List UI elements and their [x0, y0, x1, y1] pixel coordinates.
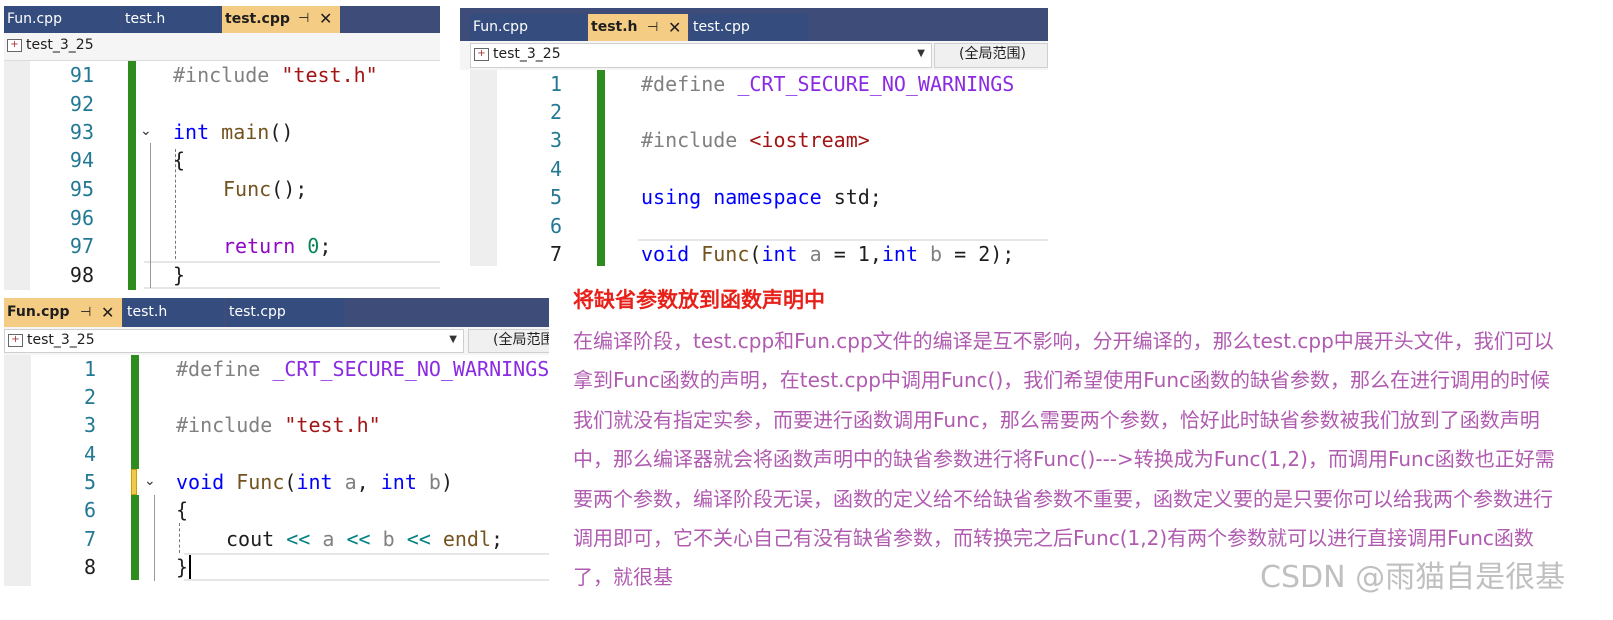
tab-label: test.h	[125, 11, 166, 27]
pin-icon[interactable]: ⊣	[647, 14, 658, 41]
project-dropdown[interactable]: + test_3_25	[4, 35, 440, 58]
code-line[interactable]: return 0;	[223, 232, 331, 260]
line-number: 97	[69, 234, 94, 258]
line-number: 6	[83, 498, 96, 522]
tab-label: test.cpp	[693, 19, 750, 35]
watermark: CSDN @雨猫自是很基	[1260, 560, 1566, 595]
editor-panel-test-h: Fun.cpp test.h ⊣ ✕ test.cpp + test_3_25 …	[460, 8, 1048, 266]
dropdown-arrow-icon[interactable]: ▼	[917, 44, 925, 64]
line-number: 2	[83, 385, 96, 409]
code-line[interactable]: #define _CRT_SECURE_NO_WARNINGS	[176, 355, 549, 383]
line-number: 98	[69, 263, 94, 287]
editor-panel-fun-cpp: Fun.cpp ⊣ ✕ test.h test.cpp + test_3_25 …	[4, 298, 549, 586]
tab-label: test.h	[591, 19, 638, 35]
pin-icon[interactable]: ⊣	[80, 298, 91, 327]
tab-label: test.cpp	[229, 304, 286, 320]
chevron-down-icon[interactable]: ⌄	[140, 123, 152, 139]
tab-bar: Fun.cpp test.h test.cpp ⊣ ✕	[4, 6, 440, 33]
line-number: 7	[549, 242, 562, 266]
dropdown-arrow-icon[interactable]: ▼	[449, 330, 457, 350]
code-editor[interactable]: 1 #define _CRT_SECURE_NO_WARNINGS 2 3 #i…	[4, 355, 549, 586]
line-number: 5	[83, 470, 96, 494]
tab-label: test.cpp	[225, 11, 290, 27]
tab-test-cpp[interactable]: test.cpp ⊣ ✕	[222, 6, 340, 33]
tab-bar: Fun.cpp ⊣ ✕ test.h test.cpp	[4, 298, 549, 327]
line-number: 3	[549, 128, 562, 152]
close-icon[interactable]: ✕	[319, 6, 332, 32]
line-number: 4	[549, 157, 562, 181]
line-number: 1	[549, 72, 562, 96]
tab-test-h[interactable]: test.h	[122, 6, 220, 33]
pin-icon[interactable]: ⊣	[298, 6, 309, 32]
navigation-bar: + test_3_25 ▼ (全局范围)	[460, 41, 1048, 71]
project-icon: +	[7, 39, 22, 52]
code-line[interactable]: #include "test.h"	[173, 61, 378, 89]
text-cursor	[189, 555, 204, 579]
code-line[interactable]: {	[176, 496, 188, 524]
tab-test-h[interactable]: test.h ⊣ ✕	[588, 14, 688, 41]
project-name: test_3_25	[26, 37, 94, 53]
line-number: 1	[83, 357, 96, 381]
line-number: 91	[69, 63, 94, 87]
navigation-bar: + test_3_25	[4, 33, 440, 61]
code-line[interactable]: using namespace std;	[641, 183, 882, 211]
scope-dropdown[interactable]: (全局范围)	[934, 43, 1048, 68]
tab-test-h[interactable]: test.h	[124, 298, 224, 327]
line-number: 95	[69, 177, 94, 201]
code-editor[interactable]: 1 #define _CRT_SECURE_NO_WARNINGS 2 3 #i…	[460, 70, 1048, 266]
project-icon: +	[474, 48, 489, 61]
navigation-bar: + test_3_25 ▼ (全局范围)	[4, 327, 549, 356]
line-number: 94	[69, 148, 94, 172]
code-line[interactable]: cout << a << b << endl;	[226, 525, 503, 553]
code-editor[interactable]: 91 #include "test.h" 92 93 ⌄ int main() …	[4, 61, 440, 290]
project-name: test_3_25	[493, 46, 561, 62]
code-line[interactable]: #include "test.h"	[176, 411, 381, 439]
line-number: 7	[83, 527, 96, 551]
code-line[interactable]: void Func(int a, int b)	[176, 468, 453, 496]
editor-panel-test-cpp: Fun.cpp test.h test.cpp ⊣ ✕ + test_3_25 …	[4, 6, 440, 290]
tab-test-cpp[interactable]: test.cpp	[226, 298, 344, 327]
tab-label: Fun.cpp	[7, 11, 62, 27]
code-line[interactable]: #include <iostream>	[641, 126, 870, 154]
code-line[interactable]: #define _CRT_SECURE_NO_WARNINGS	[641, 70, 1014, 98]
code-line[interactable]: void Func(int a = 1,int b = 2);	[641, 240, 1014, 266]
line-number: 2	[549, 100, 562, 124]
tab-test-cpp[interactable]: test.cpp	[690, 14, 808, 41]
project-dropdown[interactable]: + test_3_25 ▼	[470, 43, 932, 68]
close-icon[interactable]: ✕	[101, 298, 114, 327]
code-line[interactable]: }	[173, 261, 185, 289]
project-dropdown[interactable]: + test_3_25 ▼	[4, 329, 464, 353]
explanation-heading: 将缺省参数放到函数声明中	[573, 288, 825, 312]
chevron-down-icon[interactable]: ⌄	[144, 473, 156, 489]
code-line[interactable]: Func();	[223, 175, 307, 203]
line-number: 4	[83, 442, 96, 466]
tab-fun-cpp[interactable]: Fun.cpp ⊣ ✕	[4, 298, 122, 327]
tab-label: test.h	[127, 304, 168, 320]
line-number: 6	[549, 214, 562, 238]
line-number: 93	[69, 120, 94, 144]
tab-label: Fun.cpp	[7, 304, 70, 320]
scope-dropdown[interactable]: (全局范围)	[468, 329, 549, 353]
scope-label: (全局范围)	[493, 332, 549, 348]
scope-label: (全局范围)	[959, 46, 1026, 62]
code-line[interactable]: {	[173, 146, 185, 174]
project-icon: +	[8, 334, 23, 347]
tab-label: Fun.cpp	[473, 19, 528, 35]
project-name: test_3_25	[27, 332, 95, 348]
line-number: 8	[83, 555, 96, 579]
tab-fun-cpp[interactable]: Fun.cpp	[470, 14, 586, 41]
line-number: 92	[69, 92, 94, 116]
tab-fun-cpp[interactable]: Fun.cpp	[4, 6, 120, 33]
tab-bar: Fun.cpp test.h ⊣ ✕ test.cpp	[460, 8, 1048, 41]
code-line[interactable]: int main()	[173, 118, 293, 146]
line-number: 3	[83, 413, 96, 437]
code-line[interactable]: }	[176, 553, 204, 581]
line-number: 96	[69, 206, 94, 230]
close-icon[interactable]: ✕	[668, 14, 681, 41]
line-number: 5	[549, 185, 562, 209]
